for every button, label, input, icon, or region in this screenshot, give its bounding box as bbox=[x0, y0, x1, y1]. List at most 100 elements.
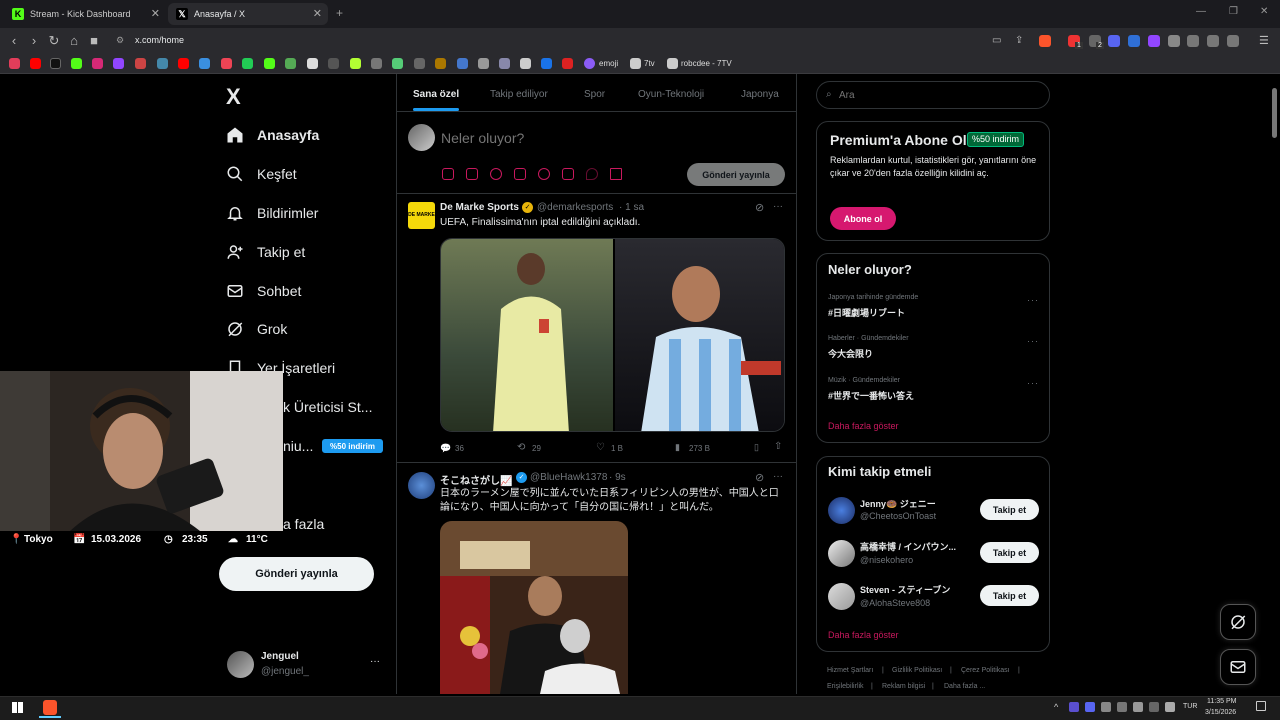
tab-kick[interactable]: K Stream - Kick Dashboard ✕ bbox=[4, 3, 166, 25]
post-time[interactable]: · 1 sa bbox=[619, 202, 644, 213]
bookmark-icon[interactable] bbox=[414, 58, 425, 69]
messages-fab[interactable] bbox=[1220, 649, 1256, 685]
bookmark-icon[interactable] bbox=[541, 58, 552, 69]
download-icon[interactable] bbox=[1227, 35, 1239, 47]
tray-icon[interactable] bbox=[1069, 702, 1079, 712]
brave-taskbar-icon[interactable] bbox=[43, 700, 57, 715]
emoji-icon[interactable] bbox=[538, 168, 550, 180]
like-icon[interactable]: ♡ bbox=[596, 442, 605, 453]
post-media[interactable] bbox=[440, 238, 785, 432]
post-button[interactable]: Gönderi yayınla bbox=[219, 557, 374, 591]
trend-menu-icon[interactable]: ··· bbox=[1027, 295, 1039, 305]
7tv-bookmark-icon[interactable] bbox=[667, 58, 678, 69]
bookmark-icon[interactable] bbox=[520, 58, 531, 69]
bookmark-icon[interactable] bbox=[199, 58, 210, 69]
discord-tray-icon[interactable] bbox=[1085, 702, 1095, 712]
puzzle-icon[interactable] bbox=[1168, 35, 1180, 47]
restore-icon[interactable]: ❐ bbox=[1229, 6, 1238, 17]
bookmark-icon[interactable] bbox=[328, 58, 339, 69]
share-icon[interactable]: ⇪ bbox=[1015, 35, 1023, 46]
avatar[interactable] bbox=[828, 583, 855, 610]
compose-post-button[interactable]: Gönderi yayınla bbox=[687, 163, 785, 186]
back-icon[interactable]: ‹ bbox=[6, 33, 22, 49]
window-close-icon[interactable]: ✕ bbox=[1260, 6, 1268, 17]
post-time[interactable]: · 9s bbox=[609, 472, 626, 483]
bookmark-icon[interactable] bbox=[9, 58, 20, 69]
bookmark-icon[interactable] bbox=[350, 58, 361, 69]
kick-bookmark-icon[interactable] bbox=[71, 58, 82, 69]
new-tab-icon[interactable]: + bbox=[336, 6, 343, 20]
footer-link-privacy[interactable]: Gizlilik Politikası bbox=[892, 667, 942, 674]
sidebar-item-chat[interactable]: Sohbet bbox=[226, 279, 301, 303]
youtube-icon[interactable] bbox=[30, 58, 41, 69]
bookmark-icon[interactable] bbox=[307, 58, 318, 69]
bookmark-post-icon[interactable]: ▯ bbox=[754, 442, 759, 453]
grok-post-icon[interactable]: ⊘ bbox=[755, 471, 764, 484]
footer-link-terms[interactable]: Hizmet Şartları bbox=[827, 667, 873, 674]
tray-icon[interactable] bbox=[1133, 702, 1143, 712]
search-input[interactable] bbox=[839, 88, 1039, 102]
kick-bookmark-icon[interactable] bbox=[264, 58, 275, 69]
bookmark-icon[interactable] bbox=[499, 58, 510, 69]
reload-icon[interactable]: ↻ bbox=[46, 33, 62, 49]
footer-link-accessibility[interactable]: Erişilebilirlik bbox=[827, 683, 864, 690]
bookmark-icon[interactable] bbox=[157, 58, 168, 69]
footer-link-cookies[interactable]: Çerez Politikası bbox=[961, 667, 1010, 674]
trend-menu-icon[interactable]: ··· bbox=[1027, 336, 1039, 346]
grok-fab[interactable] bbox=[1220, 604, 1256, 640]
menu-icon[interactable]: ☰ bbox=[1259, 34, 1269, 47]
sidebar-item-creator[interactable]: k Üreticisi St... bbox=[283, 395, 372, 419]
account-menu-icon[interactable]: ··· bbox=[370, 656, 380, 667]
show-more-follow[interactable]: Daha fazla göster bbox=[828, 630, 899, 640]
tab-x[interactable]: 𝕏 Anasayfa / X ✕ bbox=[168, 3, 328, 25]
account-name[interactable]: Jenguel bbox=[261, 651, 299, 662]
suggested-user-name[interactable]: 高橋幸博 / インパウン... bbox=[860, 540, 956, 553]
tab-for-you[interactable]: Sana özel bbox=[413, 89, 459, 100]
x-logo[interactable]: X bbox=[226, 84, 241, 110]
network-icon[interactable] bbox=[1149, 702, 1159, 712]
tab-following[interactable]: Takip ediliyor bbox=[490, 89, 548, 100]
sidebar-item-home[interactable]: Anasayfa bbox=[226, 123, 319, 147]
show-more-trends[interactable]: Daha fazla göster bbox=[828, 421, 899, 431]
bookmark-icon[interactable] bbox=[562, 58, 573, 69]
sidebar-item-explore[interactable]: Keşfet bbox=[226, 162, 297, 186]
volume-icon[interactable] bbox=[1165, 702, 1175, 712]
follow-button[interactable]: Takip et bbox=[980, 542, 1039, 563]
bookmark-page-icon[interactable]: ■ bbox=[86, 33, 102, 49]
post-menu-icon[interactable]: ··· bbox=[773, 471, 783, 482]
location-icon[interactable] bbox=[586, 168, 598, 180]
share-post-icon[interactable]: ⇧ bbox=[774, 441, 782, 452]
bookmark-icon[interactable] bbox=[457, 58, 468, 69]
bookmark-label[interactable]: emoji bbox=[599, 59, 618, 68]
reply-icon[interactable]: 💬 bbox=[440, 443, 451, 454]
youtube-icon[interactable] bbox=[178, 58, 189, 69]
windows-start-icon[interactable] bbox=[12, 702, 23, 713]
emoji-bookmark-icon[interactable] bbox=[584, 58, 595, 69]
post-author[interactable]: そこねさがし📈 bbox=[440, 472, 512, 487]
suggested-user-name[interactable]: Steven - スティーブン bbox=[860, 583, 950, 596]
tab-sports[interactable]: Spor bbox=[584, 89, 605, 100]
grok-post-icon[interactable]: ⊘ bbox=[755, 201, 764, 214]
site-info-icon[interactable]: ⚙ bbox=[116, 35, 124, 46]
trend-name[interactable]: #世界で一番怖い答え bbox=[828, 389, 914, 402]
footer-link-ads[interactable]: Reklam bilgisi bbox=[882, 683, 925, 690]
address-bar[interactable] bbox=[108, 31, 1043, 51]
tab-japan[interactable]: Japonya bbox=[741, 89, 779, 100]
sidebar-item-grok[interactable]: Grok bbox=[226, 317, 287, 341]
post-handle[interactable]: @BlueHawk1378 bbox=[530, 472, 607, 483]
bookmark-icon[interactable] bbox=[371, 58, 382, 69]
tab-gaming-tech[interactable]: Oyun-Teknoloji bbox=[638, 89, 704, 100]
compose-input[interactable] bbox=[441, 128, 761, 148]
bookmark-label[interactable]: robcdee - 7TV bbox=[681, 59, 732, 68]
follow-button[interactable]: Takip et bbox=[980, 499, 1039, 520]
close-icon[interactable]: ✕ bbox=[151, 7, 160, 20]
footer-link-more[interactable]: Daha fazla ... bbox=[944, 683, 985, 690]
sidebar-item-more[interactable]: a fazla bbox=[283, 512, 324, 536]
gif-icon[interactable] bbox=[466, 168, 478, 180]
suggested-user-name[interactable]: Jenny🍩 ジェニー bbox=[860, 497, 936, 510]
x-bookmark-icon[interactable] bbox=[50, 58, 61, 69]
brave-shield-icon[interactable] bbox=[1039, 35, 1051, 47]
grok-compose-icon[interactable] bbox=[490, 168, 502, 180]
7tv-bookmark-icon[interactable] bbox=[630, 58, 641, 69]
sidebar-item-follow[interactable]: Takip et bbox=[226, 240, 305, 264]
